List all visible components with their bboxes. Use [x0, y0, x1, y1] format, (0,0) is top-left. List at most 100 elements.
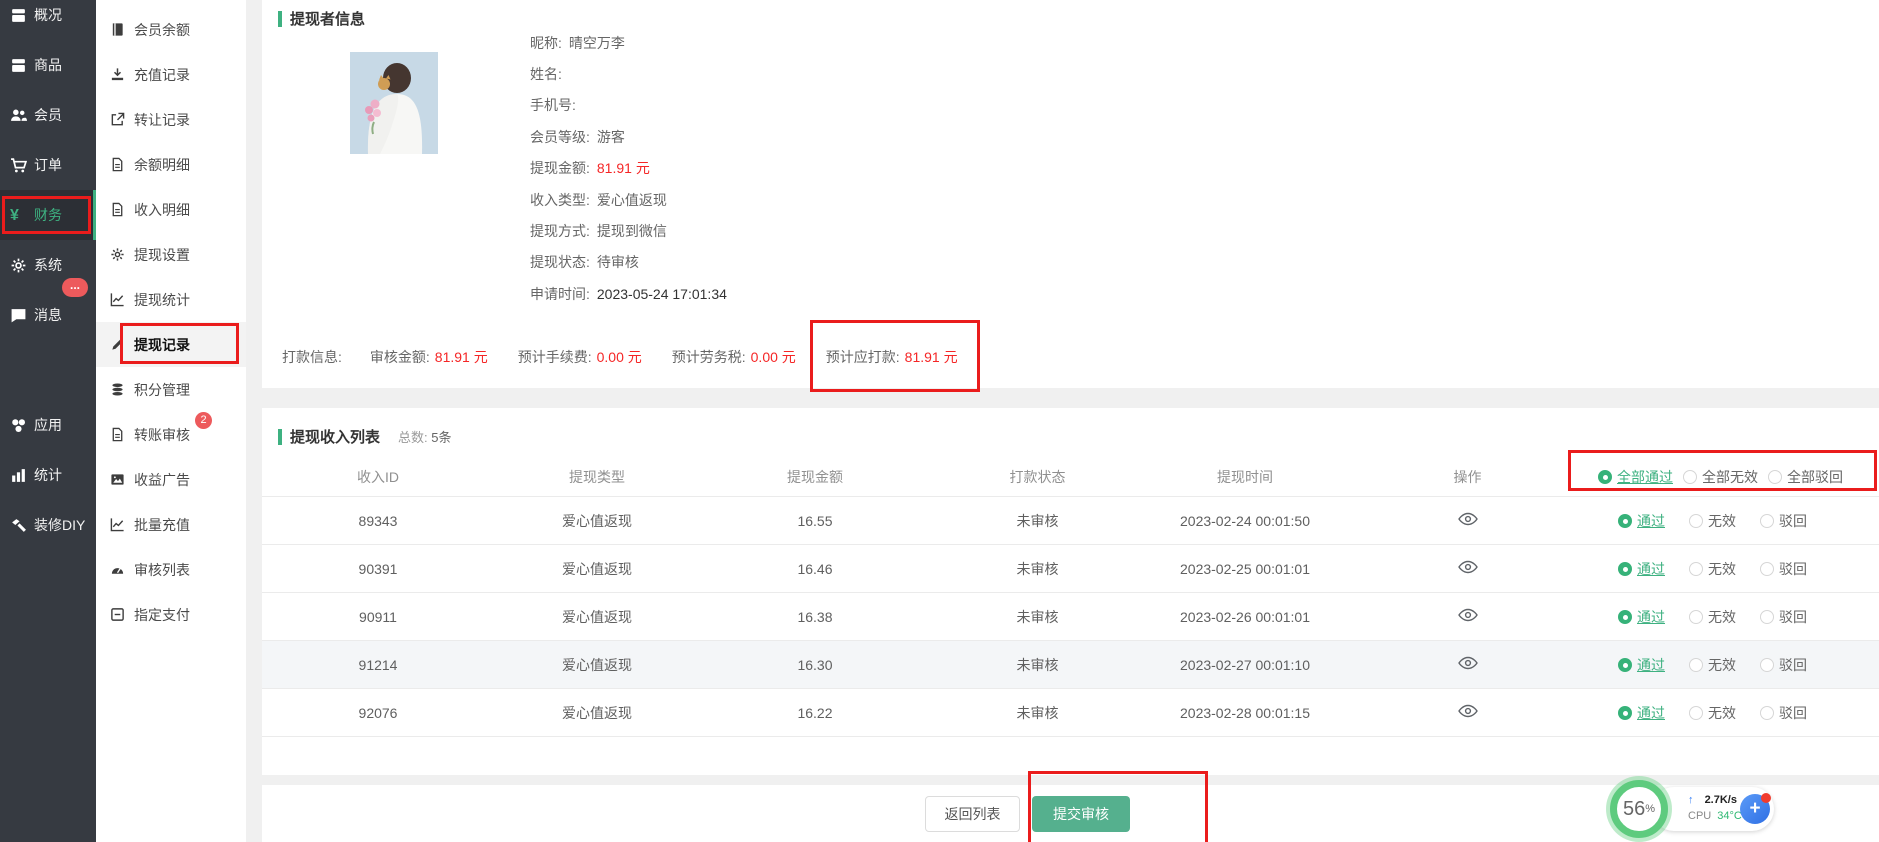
members-icon — [10, 107, 27, 124]
submenu-item-batch-recharge[interactable]: 批量充值 — [96, 502, 246, 547]
radio-invalid[interactable]: 无效 — [1689, 703, 1736, 723]
sidebar-item-label: 会员 — [34, 105, 62, 125]
sidebar-item-label: 应用 — [34, 415, 62, 435]
radio-reject[interactable]: 驳回 — [1760, 655, 1807, 675]
field-name: 姓名: — [530, 58, 727, 89]
cell-withdraw-type: 爱心值返现 — [494, 607, 700, 627]
radio-dot — [1689, 610, 1703, 624]
view-icon[interactable] — [1458, 656, 1478, 670]
cell-radios: 通过 无效 驳回 — [1590, 655, 1879, 675]
cell-radios: 通过 无效 驳回 — [1590, 607, 1879, 627]
section-accent-bar — [278, 11, 282, 27]
memory-percent: 56 — [1623, 798, 1645, 821]
radio-dot — [1689, 706, 1703, 720]
orders-icon — [10, 157, 27, 174]
submenu-item-transfer-records[interactable]: 转让记录 — [96, 97, 246, 142]
radio-approve[interactable]: 通过 — [1618, 607, 1665, 627]
radio-reject-all[interactable]: 全部驳回 — [1768, 467, 1843, 487]
table-row: 89343 爱心值返现 16.55 未审核 2023-02-24 00:01:5… — [262, 497, 1879, 545]
sidebar-item-orders[interactable]: 订单 — [0, 140, 96, 190]
submenu-item-designated-payment[interactable]: 指定支付 — [96, 592, 246, 637]
radio-approve[interactable]: 通过 — [1618, 511, 1665, 531]
boost-ball[interactable]: + — [1740, 794, 1770, 824]
sidebar-item-members[interactable]: 会员 — [0, 90, 96, 140]
overview-icon — [10, 7, 27, 24]
sidebar-item-overview[interactable]: 概况 — [0, 0, 96, 40]
radio-reject[interactable]: 驳回 — [1760, 703, 1807, 723]
radio-dot — [1760, 514, 1774, 528]
plus-icon: + — [1749, 798, 1760, 820]
back-to-list-button[interactable]: 返回列表 — [925, 796, 1020, 832]
sidebar-item-label: 概况 — [34, 5, 62, 25]
chart-icon — [110, 292, 125, 307]
submenu-item-withdraw-settings[interactable]: 提现设置 — [96, 232, 246, 277]
file-icon — [110, 157, 125, 172]
radio-reject[interactable]: 驳回 — [1760, 607, 1807, 627]
view-icon[interactable] — [1458, 704, 1478, 718]
cell-withdraw-amount: 16.46 — [700, 561, 930, 577]
radio-approve[interactable]: 通过 — [1618, 559, 1665, 579]
radio-approve-all[interactable]: 全部通过 — [1598, 467, 1673, 487]
submenu-item-withdraw-records[interactable]: 提现记录 — [96, 322, 246, 367]
submenu-item-label: 批量充值 — [134, 515, 190, 535]
income-list-card: 提现收入列表 总数: 5条 收入ID 提现类型 提现金额 打款状态 提现时间 操… — [262, 408, 1879, 775]
field-income-type: 收入类型: 爱心值返现 — [530, 184, 727, 215]
cell-withdraw-amount: 16.38 — [700, 609, 930, 625]
submenu-item-member-balance[interactable]: 会员余额 — [96, 7, 246, 52]
field-apply-time-value: 2023-05-24 17:01:34 — [597, 286, 727, 302]
cell-income-id: 90911 — [262, 609, 494, 625]
view-icon[interactable] — [1458, 512, 1478, 526]
section-title-income-list: 提现收入列表 — [290, 426, 380, 447]
sidebar-item-finance[interactable]: ¥ 财务 — [0, 190, 96, 240]
cpu-monitor-widget[interactable]: ↑ 2.7K/s CPU 34°C 56 % + — [1608, 778, 1778, 842]
cell-actions — [1345, 608, 1590, 625]
memory-usage-ring[interactable]: 56 % — [1610, 780, 1668, 838]
radio-dot — [1618, 610, 1632, 624]
field-withdraw-amount-value: 81.91 元 — [597, 158, 650, 178]
submenu-item-balance-detail[interactable]: 余额明细 — [96, 142, 246, 187]
submenu-item-label: 收入明细 — [134, 200, 190, 220]
radio-reject[interactable]: 驳回 — [1760, 559, 1807, 579]
radio-approve[interactable]: 通过 — [1618, 655, 1665, 675]
sidebar-item-apps[interactable]: 应用 — [0, 400, 96, 450]
cell-withdraw-type: 爱心值返现 — [494, 703, 700, 723]
col-actions: 操作 — [1345, 467, 1590, 487]
submenu-item-label: 积分管理 — [134, 380, 190, 400]
field-income-type-value: 爱心值返现 — [597, 190, 667, 210]
field-withdraw-method-value: 提现到微信 — [597, 221, 667, 241]
sidebar-item-goods[interactable]: 商品 — [0, 40, 96, 90]
radio-reject[interactable]: 驳回 — [1760, 511, 1807, 531]
payment-estimated-fee: 预计手续费:0.00 元 — [518, 347, 642, 367]
view-icon[interactable] — [1458, 608, 1478, 622]
radio-invalid[interactable]: 无效 — [1689, 655, 1736, 675]
submenu-item-withdraw-stats[interactable]: 提现统计 — [96, 277, 246, 322]
submenu-item-recharge-records[interactable]: 充值记录 — [96, 52, 246, 97]
sidebar-item-diy[interactable]: 装修DIY — [0, 500, 96, 550]
submenu-item-income-detail[interactable]: 收入明细 — [96, 187, 246, 232]
radio-dot — [1689, 514, 1703, 528]
col-payment-status: 打款状态 — [930, 467, 1145, 487]
radio-invalid-all[interactable]: 全部无效 — [1683, 467, 1758, 487]
radio-dot — [1618, 562, 1632, 576]
minus-square-icon — [110, 607, 125, 622]
submit-review-button[interactable]: 提交审核 — [1032, 796, 1130, 832]
cell-income-id: 91214 — [262, 657, 494, 673]
submenu-item-review-list[interactable]: 审核列表 — [96, 547, 246, 592]
submenu-item-points[interactable]: 积分管理 — [96, 367, 246, 412]
finance-submenu: 会员余额 充值记录 转让记录 余额明细 收入明细 提现设置 提现统计 提现记录 — [96, 0, 246, 842]
cell-payment-status: 未审核 — [930, 607, 1145, 627]
view-icon[interactable] — [1458, 560, 1478, 574]
submenu-item-income-ads[interactable]: 收益广告 — [96, 457, 246, 502]
sidebar-item-label: 装修DIY — [34, 515, 85, 535]
field-member-level: 会员等级: 游客 — [530, 121, 727, 152]
finance-icon: ¥ — [10, 207, 27, 224]
radio-invalid[interactable]: 无效 — [1689, 559, 1736, 579]
cell-payment-status: 未审核 — [930, 511, 1145, 531]
sidebar-item-message[interactable]: 消息 ... — [0, 290, 96, 340]
radio-invalid[interactable]: 无效 — [1689, 607, 1736, 627]
sidebar-item-stats[interactable]: 统计 — [0, 450, 96, 500]
table-row: 90391 爱心值返现 16.46 未审核 2023-02-25 00:01:0… — [262, 545, 1879, 593]
radio-invalid[interactable]: 无效 — [1689, 511, 1736, 531]
radio-approve[interactable]: 通过 — [1618, 703, 1665, 723]
submenu-item-transfer-review[interactable]: 转账审核 2 — [96, 412, 246, 457]
